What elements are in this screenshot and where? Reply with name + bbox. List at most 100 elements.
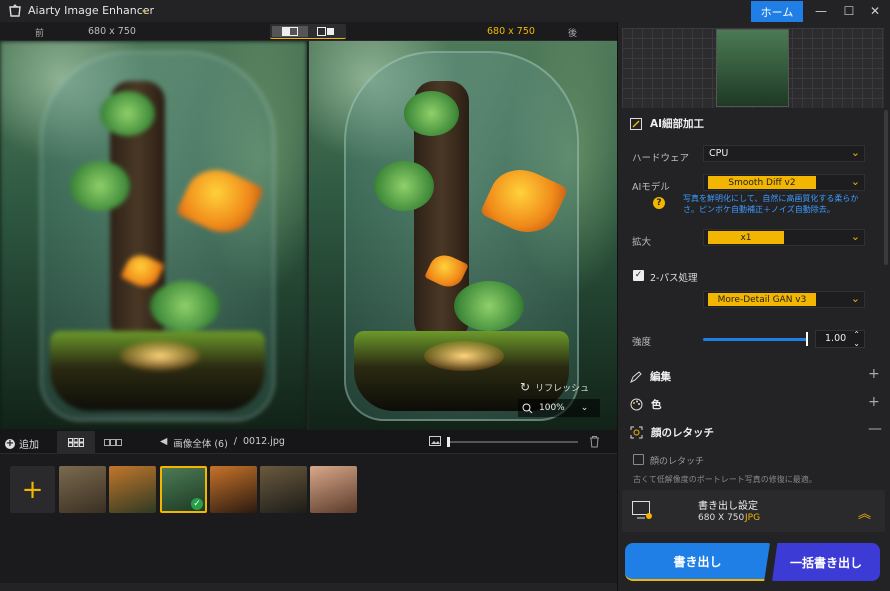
chevron-down-icon: ⌄: [850, 230, 860, 243]
stepper-icon[interactable]: ⌃ ⌄: [853, 330, 860, 348]
chevron-down-icon: ⌄: [850, 292, 860, 305]
zoom-value: 100%: [539, 403, 565, 413]
zoom-icon: [522, 403, 533, 413]
grid-icon: [68, 437, 84, 447]
two-pass-checkbox[interactable]: ✓: [633, 270, 644, 281]
app-logo-icon: [9, 4, 21, 17]
expand-plus-icon[interactable]: +: [868, 366, 880, 382]
ai-model-select[interactable]: Smooth Diff v2 ⌄: [703, 174, 865, 191]
trash-icon[interactable]: [589, 435, 600, 448]
slider-handle[interactable]: [447, 437, 450, 447]
back-arrow-icon[interactable]: ◀: [160, 436, 167, 450]
grid-view-button[interactable]: [57, 431, 95, 453]
face-icon: [630, 426, 643, 439]
selected-check-icon: ✓: [191, 498, 203, 510]
breadcrumb: ◀ 画像全体 (6) / 0012.jpg: [160, 436, 285, 450]
export-settings-icon: [632, 501, 652, 519]
hardware-select[interactable]: CPU ⌄: [703, 145, 865, 162]
preview-thumbnail: [716, 29, 789, 107]
face-retouch-section-header[interactable]: 顔のレタッチ: [630, 425, 714, 440]
scale-select[interactable]: x1 ⌄: [703, 229, 865, 246]
hardware-label: ハードウェア: [632, 153, 690, 164]
add-image-tile[interactable]: +: [10, 466, 55, 513]
refresh-icon: ↻: [520, 380, 531, 394]
export-format: JPG: [745, 513, 761, 523]
chevron-double-up-icon[interactable]: ︽: [858, 503, 871, 522]
after-size: 680 x 750: [487, 26, 535, 37]
export-settings-title: 書き出し設定: [698, 501, 758, 512]
color-section-header[interactable]: 色: [630, 397, 662, 412]
two-pass-label: 2-パス処理: [650, 273, 698, 284]
before-size: 680 x 750: [88, 26, 136, 37]
strength-input[interactable]: 1.00 ⌃ ⌄: [815, 330, 865, 348]
batch-export-button[interactable]: 一括書き出し: [772, 543, 880, 581]
minimize-icon[interactable]: —: [808, 2, 834, 20]
view-mode-toggle: [270, 24, 346, 39]
add-button[interactable]: + 追加: [5, 436, 39, 451]
breadcrumb-separator: /: [233, 436, 237, 447]
maximize-icon[interactable]: ☐: [836, 2, 862, 20]
face-retouch-label: 顔のレタッチ: [650, 457, 705, 467]
refresh-button[interactable]: ↻ リフレッシュ: [520, 380, 589, 394]
plus-circle-icon: +: [5, 437, 15, 449]
app-title: Aiarty Image Enhancer: [28, 4, 155, 17]
home-button[interactable]: ホーム: [751, 1, 803, 22]
before-image: [0, 41, 307, 430]
strip-icon: [104, 438, 122, 446]
strength-slider-handle[interactable]: [806, 332, 808, 346]
two-pass-model-value: More-Detail GAN v3: [708, 293, 816, 306]
ai-model-hint: 写真を鮮明化にして、自然に高画質化する柔らかさ。ピンボケ自動補正＋ノイズ自動除去…: [683, 194, 859, 214]
help-icon[interactable]: ?: [653, 197, 665, 209]
breadcrumb-file: 0012.jpg: [243, 436, 285, 447]
thumbnail-tiger[interactable]: [109, 466, 156, 513]
export-button[interactable]: 書き出し: [625, 543, 770, 581]
before-label: 前: [35, 29, 45, 39]
scale-label: 拡大: [632, 237, 652, 248]
title-bar: Aiarty Image Enhancer ⌄ ホーム — ☐ ✕: [0, 0, 890, 22]
compare-divider-handle[interactable]: [307, 41, 309, 430]
image-size-icon: [429, 436, 441, 446]
zoom-select[interactable]: 100% ⌄: [518, 399, 600, 417]
thumbnail-size-slider[interactable]: [448, 441, 578, 443]
breadcrumb-all[interactable]: 画像全体 (6): [173, 436, 227, 450]
status-strip: [0, 583, 617, 591]
collapse-minus-icon[interactable]: —: [868, 421, 882, 437]
thumbnail-owl[interactable]: [260, 466, 307, 513]
split-view-button[interactable]: [272, 26, 308, 37]
strip-view-button[interactable]: [98, 431, 128, 453]
refresh-label: リフレッシュ: [535, 383, 590, 394]
chevron-down-icon: ⌄: [850, 146, 860, 159]
add-label: 追加: [19, 440, 39, 451]
palette-icon: [630, 398, 643, 411]
edit-section-header[interactable]: 編集: [630, 369, 671, 384]
strength-slider[interactable]: [703, 338, 808, 341]
ai-detail-section-header: AI細部加工: [630, 116, 704, 131]
thumbnail-burger[interactable]: [210, 466, 257, 513]
after-label: 後: [568, 29, 578, 39]
ai-model-label: AIモデル: [632, 182, 670, 193]
thumbnail-moth[interactable]: [59, 466, 106, 513]
ai-model-value: Smooth Diff v2: [708, 176, 816, 189]
close-icon[interactable]: ✕: [862, 2, 888, 20]
thumbnail-portrait[interactable]: [310, 466, 357, 513]
side-by-side-button[interactable]: [308, 26, 344, 37]
after-image: [309, 41, 617, 430]
side-by-side-icon: [317, 27, 334, 36]
edit-icon: [630, 370, 642, 383]
thumbnail-terrarium[interactable]: ✓: [160, 466, 207, 513]
chevron-down-icon[interactable]: ⌄: [140, 3, 149, 16]
two-pass-model-select[interactable]: More-Detail GAN v3 ⌄: [703, 291, 865, 308]
chevron-down-icon: ⌄: [580, 403, 589, 413]
split-view-icon: [282, 27, 298, 36]
strength-value: 1.00: [825, 333, 847, 344]
enhance-icon: [630, 117, 642, 130]
chevron-down-icon: ⌄: [850, 175, 860, 188]
hardware-value: CPU: [709, 148, 729, 159]
expand-plus-icon[interactable]: +: [868, 394, 880, 410]
export-size: 680 X 750: [698, 513, 745, 523]
panel-scrollbar[interactable]: [884, 110, 888, 265]
face-retouch-checkbox[interactable]: [633, 454, 644, 465]
face-retouch-description: 古くて低解像度のポートレート写真の修復に最適。: [633, 475, 817, 484]
scale-value: x1: [708, 231, 784, 244]
strength-label: 強度: [632, 337, 652, 348]
